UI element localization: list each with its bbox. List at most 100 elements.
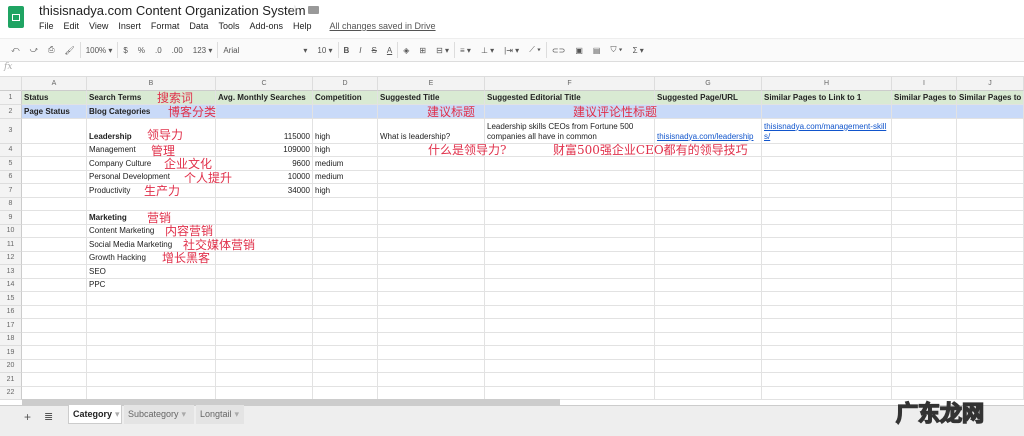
table-cell[interactable] [313, 211, 378, 225]
row-header[interactable]: 4 [0, 143, 22, 157]
toolbar-functions-button[interactable]: Σ ▾ [628, 46, 649, 55]
table-cell[interactable] [87, 346, 216, 360]
toolbar-link-button[interactable]: ⊂⊃ [547, 46, 570, 55]
toolbar-font-button[interactable]: Arial [218, 46, 298, 55]
table-cell[interactable]: What is leadership? [378, 118, 485, 144]
column-title[interactable]: Similar Pages to Link to 1 [762, 91, 892, 105]
toolbar-font-arrow-button[interactable]: ▾ [298, 46, 312, 55]
toolbar-paint-button[interactable]: 🖌 [60, 46, 80, 55]
table-cell[interactable] [485, 346, 655, 360]
row-header[interactable]: 17 [0, 319, 22, 333]
table-cell[interactable] [655, 305, 762, 319]
toolbar-rotate-button[interactable]: ⟋ ▾ [524, 45, 546, 55]
table-cell[interactable] [313, 305, 378, 319]
table-cell[interactable] [892, 104, 957, 119]
table-cell[interactable] [762, 104, 892, 119]
folder-icon[interactable] [308, 6, 319, 14]
table-cell[interactable] [313, 386, 378, 400]
toolbar-halign-button[interactable]: ≡ ▾ [455, 46, 476, 55]
row-header[interactable]: 11 [0, 238, 22, 252]
table-cell[interactable]: medium [313, 170, 378, 184]
table-cell[interactable] [378, 265, 485, 279]
table-cell[interactable] [313, 224, 378, 238]
table-cell[interactable] [485, 373, 655, 387]
table-cell[interactable] [378, 251, 485, 265]
row-header[interactable]: 12 [0, 251, 22, 265]
table-cell[interactable] [485, 170, 655, 184]
table-cell[interactable] [485, 386, 655, 400]
star-icon[interactable]: ☆ [290, 3, 300, 16]
toolbar-valign-button[interactable]: ⊥ ▾ [476, 46, 499, 55]
menu-insert[interactable]: Insert [118, 21, 141, 31]
table-cell[interactable] [216, 386, 313, 400]
document-title[interactable]: thisisnadya.com Content Organization Sys… [39, 3, 306, 18]
table-cell[interactable] [485, 224, 655, 238]
table-cell[interactable] [762, 157, 892, 171]
table-cell[interactable] [957, 197, 1024, 211]
table-cell[interactable] [762, 359, 892, 373]
table-cell[interactable] [485, 265, 655, 279]
row-header[interactable]: 10 [0, 224, 22, 238]
table-cell[interactable] [957, 359, 1024, 373]
column-header-f[interactable]: F [485, 77, 655, 91]
table-cell[interactable]: SEO [87, 265, 216, 279]
table-cell[interactable] [378, 238, 485, 252]
table-cell[interactable] [957, 265, 1024, 279]
table-cell[interactable] [762, 197, 892, 211]
table-cell[interactable] [762, 143, 892, 157]
toolbar-percent-button[interactable]: % [133, 46, 150, 55]
table-cell[interactable] [892, 373, 957, 387]
all-sheets-button[interactable]: ≣ [44, 410, 53, 423]
table-cell[interactable] [22, 143, 87, 157]
column-title[interactable]: Competition [313, 91, 378, 105]
toolbar-dec-more-button[interactable]: .00 [167, 46, 188, 55]
table-cell[interactable] [22, 292, 87, 306]
table-cell[interactable] [892, 305, 957, 319]
table-cell[interactable] [655, 224, 762, 238]
toolbar-zoom-button[interactable]: 100% ▾ [81, 46, 118, 55]
table-cell[interactable] [485, 197, 655, 211]
sheet-tab-category[interactable]: Category ▾ [68, 405, 122, 424]
toolbar-bold-button[interactable]: B [339, 46, 355, 55]
table-cell[interactable] [762, 373, 892, 387]
table-cell[interactable] [216, 211, 313, 225]
table-cell[interactable] [22, 224, 87, 238]
table-cell[interactable] [485, 211, 655, 225]
toolbar-print-button[interactable]: ⎙ [43, 45, 59, 55]
toolbar-comment-button[interactable]: ▣ [570, 46, 588, 55]
table-cell[interactable] [87, 373, 216, 387]
table-cell[interactable] [485, 157, 655, 171]
table-cell[interactable] [655, 170, 762, 184]
column-title[interactable]: Suggested Page/URL [655, 91, 762, 105]
table-cell[interactable] [485, 292, 655, 306]
toolbar-undo-button[interactable]: ⤺ [6, 45, 25, 55]
table-cell[interactable] [655, 319, 762, 333]
table-cell[interactable] [892, 265, 957, 279]
table-cell[interactable] [313, 319, 378, 333]
table-cell[interactable] [378, 157, 485, 171]
row-header[interactable]: 22 [0, 386, 22, 400]
table-cell[interactable] [655, 373, 762, 387]
table-cell[interactable] [378, 184, 485, 198]
toolbar-chart-button[interactable]: ▤ [588, 46, 606, 55]
table-cell[interactable]: thisisnadya.com/leadership [655, 118, 762, 144]
column-title[interactable]: Avg. Monthly Searches [216, 91, 313, 105]
table-cell[interactable] [485, 184, 655, 198]
table-cell[interactable] [892, 211, 957, 225]
table-cell[interactable] [655, 265, 762, 279]
table-cell[interactable] [655, 211, 762, 225]
table-cell[interactable] [313, 251, 378, 265]
table-cell[interactable] [22, 118, 87, 144]
table-cell[interactable] [22, 238, 87, 252]
column-header-h[interactable]: H [762, 77, 892, 91]
table-cell[interactable] [655, 157, 762, 171]
table-cell[interactable] [892, 332, 957, 346]
table-cell[interactable] [655, 386, 762, 400]
table-cell[interactable] [216, 373, 313, 387]
table-cell[interactable] [216, 251, 313, 265]
table-cell[interactable] [216, 319, 313, 333]
table-cell[interactable] [762, 224, 892, 238]
table-cell[interactable] [485, 305, 655, 319]
table-cell[interactable] [892, 118, 957, 144]
row-header[interactable]: 2 [0, 104, 22, 119]
